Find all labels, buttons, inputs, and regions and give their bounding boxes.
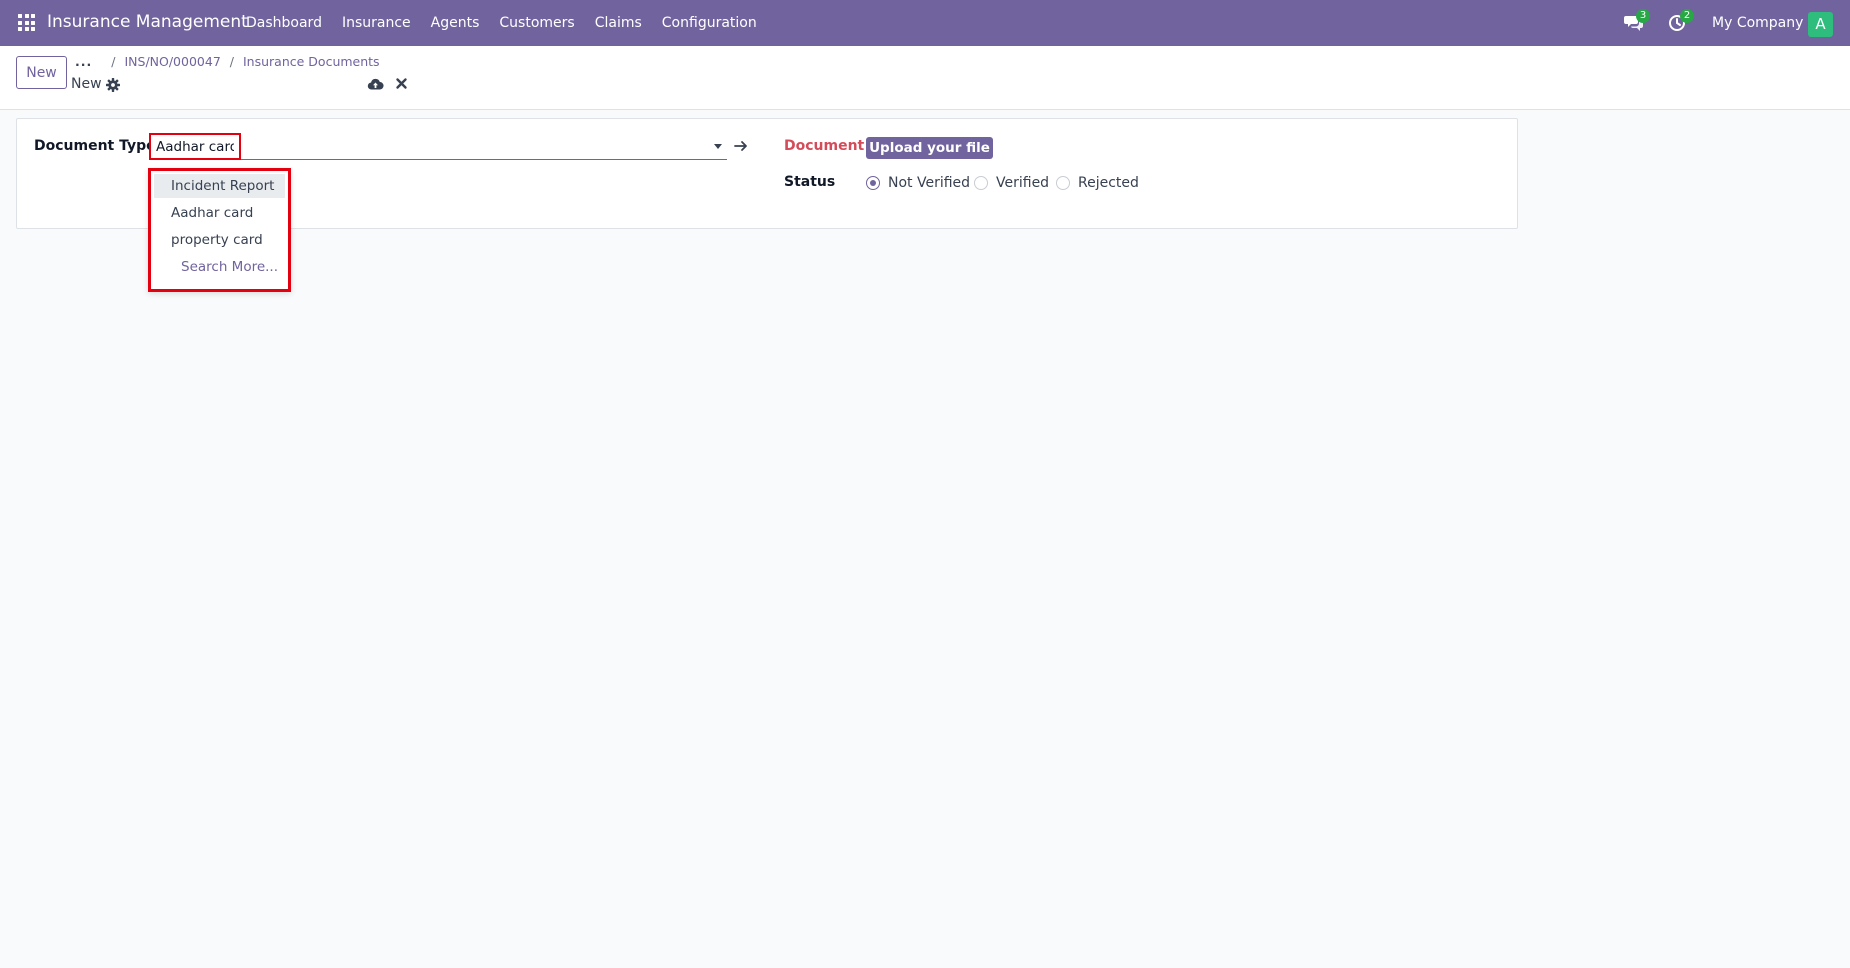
status-label: Status [784,174,836,190]
radio-label: Verified [996,175,1050,191]
upload-file-button[interactable]: Upload your file [866,137,993,159]
document-type-input[interactable] [149,133,241,160]
cloud-upload-save-icon[interactable] [367,76,384,93]
messages-icon[interactable]: 3 [1624,9,1650,33]
dropdown-item[interactable]: Incident Report [154,174,285,198]
radio-unchecked-icon [974,176,988,190]
activities-clock-icon[interactable]: 2 [1668,9,1694,33]
gear-icon[interactable] [106,78,120,92]
status-radio-rejected[interactable]: Rejected [1056,173,1139,193]
apps-grid-icon[interactable] [18,14,35,31]
dropdown-item[interactable]: property card [154,228,285,252]
menu-configuration[interactable]: Configuration [662,15,757,31]
breadcrumb-more[interactable]: ... [75,54,92,69]
control-panel: New ... / INS/NO/000047 / Insurance Docu… [0,46,1850,110]
breadcrumb-current[interactable]: Insurance Documents [243,54,380,69]
new-button[interactable]: New [16,56,67,89]
user-avatar[interactable]: A [1808,12,1833,37]
discard-close-icon[interactable] [395,77,408,90]
breadcrumb: ... / INS/NO/000047 / Insurance Document… [75,54,380,69]
document-label: Document [784,138,865,154]
breadcrumb-parent[interactable]: INS/NO/000047 [124,54,220,69]
dropdown-item[interactable]: Aadhar card [154,201,285,225]
document-type-autocomplete-dropdown: Incident Report Aadhar card property car… [148,168,291,292]
radio-label: Not Verified [888,175,971,191]
company-switcher[interactable]: My Company [1712,15,1803,31]
app-brand[interactable]: Insurance Management [47,12,248,32]
radio-unchecked-icon [1056,176,1070,190]
internal-link-arrow-icon[interactable] [733,139,749,153]
radio-label: Rejected [1078,175,1139,191]
main-menu: Dashboard Insurance Agents Customers Cla… [246,15,777,31]
menu-insurance[interactable]: Insurance [342,15,411,31]
breadcrumb-separator: / [229,54,234,69]
document-type-label: Document Type [34,138,156,154]
dropdown-caret-icon[interactable] [714,144,722,149]
dropdown-search-more[interactable]: Search More... [154,255,285,279]
status-radio-verified[interactable]: Verified [974,173,1049,193]
status-radio-not-verified[interactable]: Not Verified [866,173,970,193]
menu-dashboard[interactable]: Dashboard [246,15,322,31]
top-navbar: Insurance Management Dashboard Insurance… [0,0,1850,46]
activities-badge: 2 [1680,9,1694,23]
menu-claims[interactable]: Claims [595,15,642,31]
document-type-field [149,133,727,160]
breadcrumb-separator: / [111,54,116,69]
menu-agents[interactable]: Agents [431,15,480,31]
radio-checked-icon [866,176,880,190]
record-title: New [71,76,102,92]
menu-customers[interactable]: Customers [499,15,574,31]
messages-badge: 3 [1636,9,1650,23]
